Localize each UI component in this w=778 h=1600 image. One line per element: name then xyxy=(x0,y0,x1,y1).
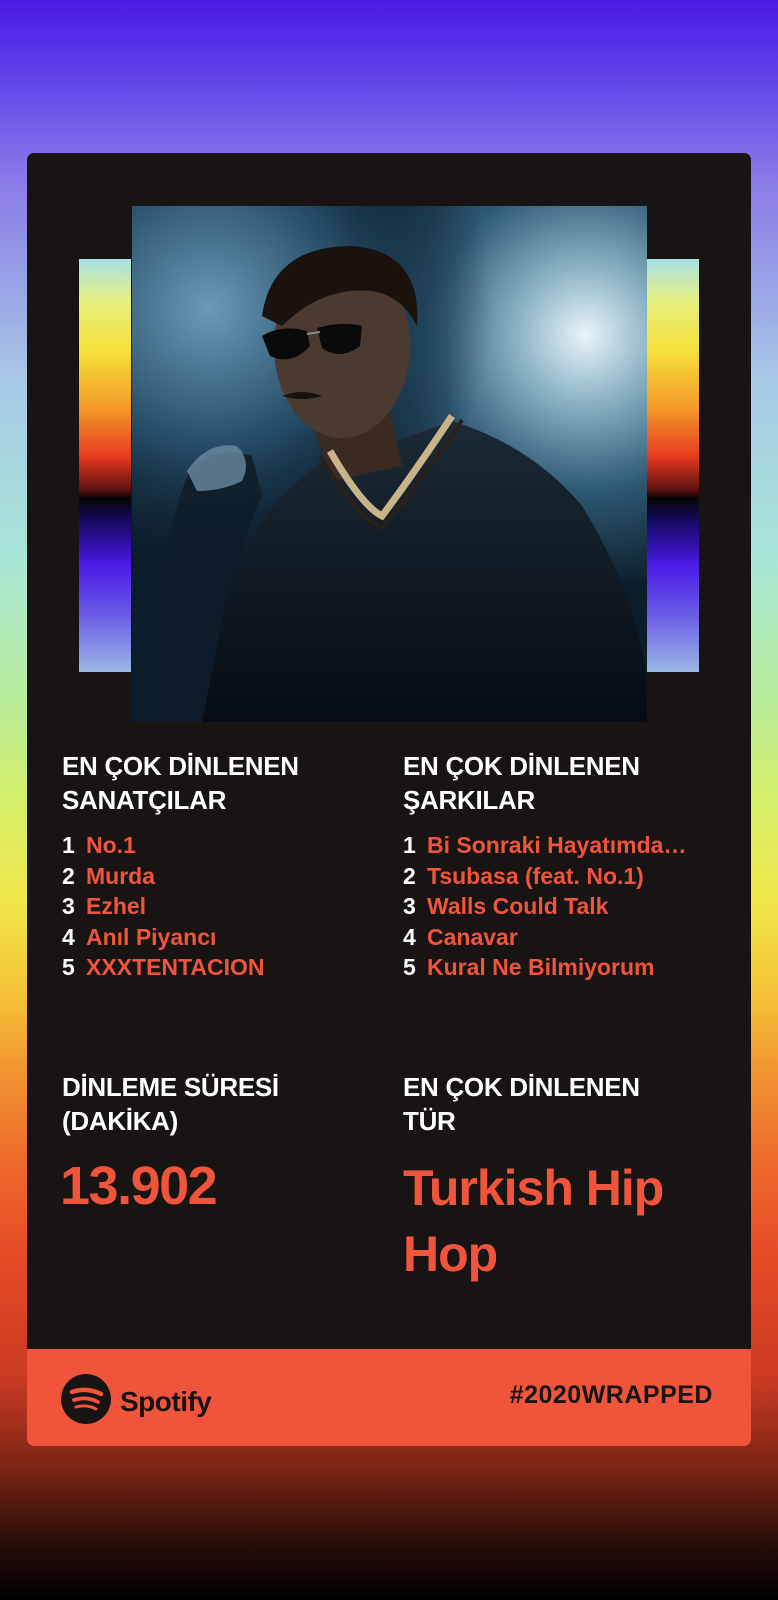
genre-value: Turkish Hip Hop xyxy=(403,1160,664,1282)
spotify-icon xyxy=(61,1374,111,1429)
footer-bar: Spotify #2020WRAPPED xyxy=(27,1349,751,1446)
top-songs-title: EN ÇOK DİNLENEN ŞARKILAR xyxy=(403,749,640,817)
list-item: 4 Canavar xyxy=(403,922,686,953)
genre-title-line1: EN ÇOK DİNLENEN xyxy=(403,1072,640,1102)
genre-title: EN ÇOK DİNLENEN TÜR xyxy=(403,1070,640,1138)
minutes-title-line2: (DAKİKA) xyxy=(62,1106,179,1136)
rank-number: 2 xyxy=(62,862,75,889)
song-name: Kural Ne Bilmiyorum xyxy=(427,954,655,980)
minutes-value: 13.902 xyxy=(60,1156,218,1216)
rank-number: 2 xyxy=(403,862,416,889)
top-artists-list: 1 No.1 2 Murda 3 Ezhel 4 Anıl Piyancı 5 XXXTE… xyxy=(62,830,264,983)
top-artists-title-line2: SANATÇILAR xyxy=(62,785,227,815)
song-name: Canavar xyxy=(427,923,518,950)
list-item: 3 Walls Could Talk xyxy=(403,891,686,922)
list-item: 5 XXXTENTACION xyxy=(62,952,264,983)
top-artists-title: EN ÇOK DİNLENEN SANATÇILAR xyxy=(62,749,299,817)
wrapped-card: EN ÇOK DİNLENEN SANATÇILAR 1 No.1 2 Murda … xyxy=(27,153,751,1446)
rank-number: 5 xyxy=(403,954,416,980)
list-item: 2 Tsubasa (feat. No.1) xyxy=(403,861,686,892)
list-item: 3 Ezhel xyxy=(62,891,264,922)
rank-number: 4 xyxy=(403,923,416,950)
top-songs-list: 1 Bi Sonraki Hayatımda… 2 Tsubasa (feat. N… xyxy=(403,830,686,983)
artist-name: XXXTENTACION xyxy=(86,954,265,980)
artist-name: Ezhel xyxy=(86,893,147,919)
minutes-title: DİNLEME SÜRESİ (DAKİKA) xyxy=(62,1070,279,1138)
list-item: 1 No.1 xyxy=(62,830,264,861)
spotify-wordmark: Spotify xyxy=(120,1385,212,1417)
top-songs-title-line2: ŞARKILAR xyxy=(403,785,535,815)
minutes-title-line1: DİNLEME SÜRESİ xyxy=(62,1072,279,1102)
rank-number: 3 xyxy=(403,893,416,919)
spotify-logo: Spotify xyxy=(61,1374,212,1429)
song-name: Bi Sonraki Hayatımda… xyxy=(427,832,687,858)
list-item: 2 Murda xyxy=(62,861,264,892)
rank-number: 4 xyxy=(62,923,75,950)
list-item: 5 Kural Ne Bilmiyorum xyxy=(403,952,686,983)
list-item: 1 Bi Sonraki Hayatımda… xyxy=(403,830,686,861)
gradient-stripe-right xyxy=(647,259,699,672)
gradient-stripe-left xyxy=(79,259,131,672)
list-item: 4 Anıl Piyancı xyxy=(62,922,264,953)
artist-name: No.1 xyxy=(86,832,136,858)
rank-number: 5 xyxy=(62,954,75,980)
top-artists-title-line1: EN ÇOK DİNLENEN xyxy=(62,751,299,781)
artist-name: Anıl Piyancı xyxy=(86,923,217,950)
wrapped-hashtag: #2020WRAPPED xyxy=(509,1381,713,1409)
rank-number: 1 xyxy=(403,832,416,858)
artist-name: Murda xyxy=(86,862,155,889)
genre-title-line2: TÜR xyxy=(403,1106,456,1136)
artist-photo xyxy=(132,206,647,722)
rank-number: 1 xyxy=(62,832,75,858)
song-name: Tsubasa (feat. No.1) xyxy=(427,862,644,889)
song-name: Walls Could Talk xyxy=(427,893,609,919)
rank-number: 3 xyxy=(62,893,75,919)
top-songs-title-line1: EN ÇOK DİNLENEN xyxy=(403,751,640,781)
